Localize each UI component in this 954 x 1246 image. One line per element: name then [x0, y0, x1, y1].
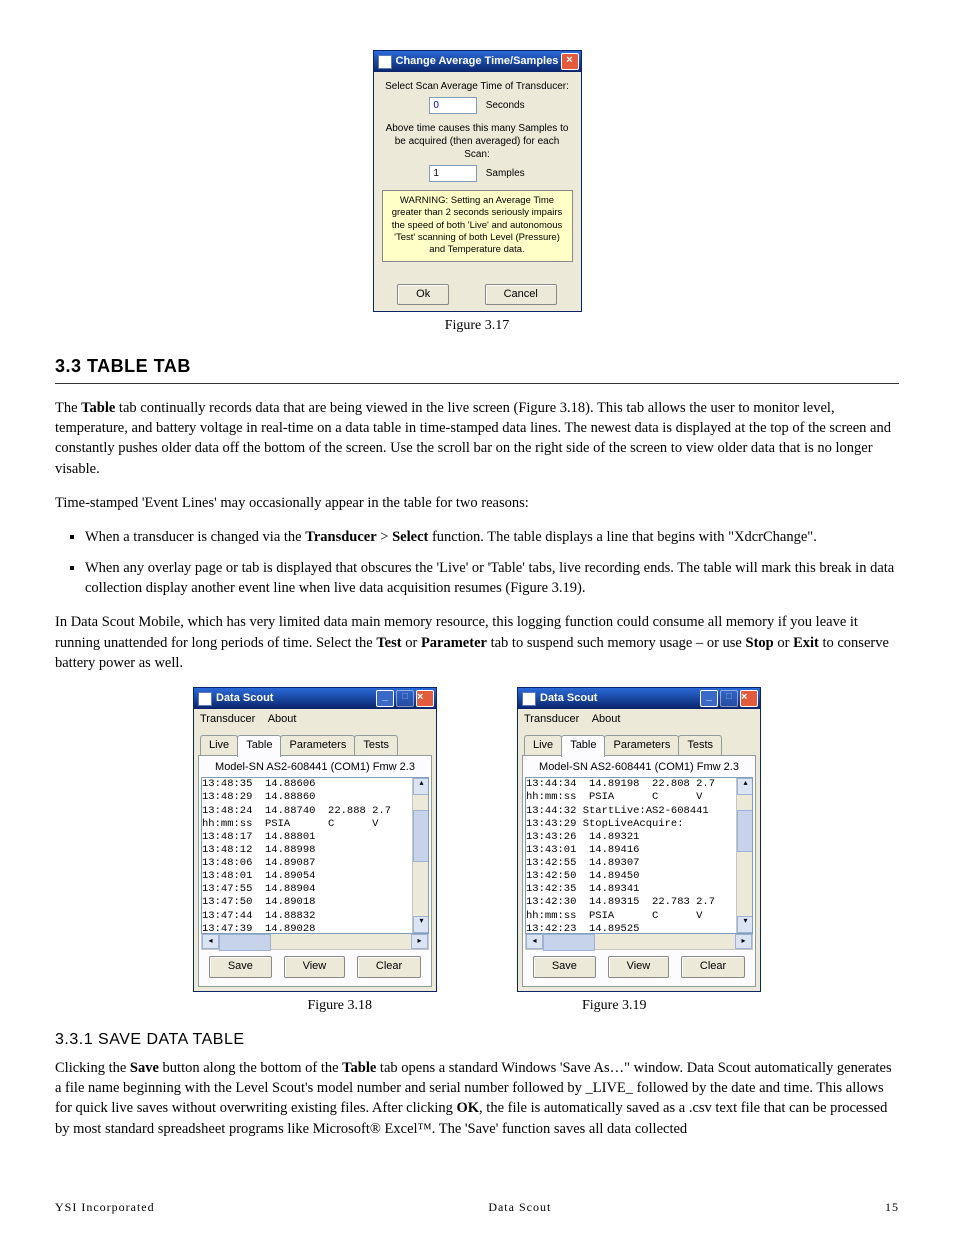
tab-tests[interactable]: Tests: [678, 735, 722, 755]
horizontal-scrollbar[interactable]: ◂▸: [201, 934, 429, 950]
scroll-thumb[interactable]: [413, 810, 429, 862]
tab-panel: Model-SN AS2-608441 (COM1) Fmw 2.3 13:48…: [198, 755, 432, 987]
data-list[interactable]: 13:44:34 14.89198 22.808 2.7 hh:mm:ss PS…: [525, 777, 753, 934]
tab-row: Live Table Parameters Tests: [518, 731, 760, 755]
dialog-title: Change Average Time/Samples: [396, 54, 561, 69]
save-button[interactable]: Save: [533, 956, 596, 977]
close-icon[interactable]: ×: [561, 53, 579, 70]
minimize-icon[interactable]: _: [376, 690, 394, 707]
model-header: Model-SN AS2-608441 (COM1) Fmw 2.3: [525, 758, 753, 777]
maximize-icon[interactable]: □: [396, 690, 414, 707]
dialog-change-average: Change Average Time/Samples × Select Sca…: [373, 50, 582, 312]
samples-input[interactable]: 1: [429, 165, 477, 182]
tab-tests[interactable]: Tests: [354, 735, 398, 755]
scroll-thumb[interactable]: [737, 810, 753, 852]
tab-panel: Model-SN AS2-608441 (COM1) Fmw 2.3 13:44…: [522, 755, 756, 987]
figure-caption-18: Figure 3.18: [307, 996, 372, 1016]
bullet-1: When a transducer is changed via the Tra…: [85, 527, 899, 547]
hscroll-thumb[interactable]: [543, 934, 595, 951]
app-icon: [378, 55, 392, 69]
scroll-down-icon[interactable]: ▾: [737, 916, 753, 933]
scroll-down-icon[interactable]: ▾: [413, 916, 429, 933]
warning-box: WARNING: Setting an Average Time greater…: [382, 190, 573, 262]
scroll-right-icon[interactable]: ▸: [411, 934, 428, 949]
page-footer: YSI Incorporated Data Scout 15: [55, 1199, 899, 1216]
scroll-up-icon[interactable]: ▴: [413, 778, 429, 795]
scroll-right-icon[interactable]: ▸: [735, 934, 752, 949]
minimize-icon[interactable]: _: [700, 690, 718, 707]
para-4: Clicking the Save button along the botto…: [55, 1058, 899, 1139]
view-button[interactable]: View: [608, 956, 670, 977]
vertical-scrollbar[interactable]: ▴▾: [736, 778, 752, 933]
menu-about[interactable]: About: [592, 713, 621, 725]
tab-table[interactable]: Table: [237, 735, 281, 757]
horizontal-scrollbar[interactable]: ◂▸: [525, 934, 753, 950]
tab-row: Live Table Parameters Tests: [194, 731, 436, 755]
para-2: Time-stamped 'Event Lines' may occasiona…: [55, 493, 899, 513]
menu-about[interactable]: About: [268, 713, 297, 725]
footer-left: YSI Incorporated: [55, 1199, 155, 1216]
menu-transducer[interactable]: Transducer: [524, 713, 579, 725]
window-titlebar: Data Scout _ □ ×: [194, 688, 436, 709]
scan-time-label: Select Scan Average Time of Transducer:: [382, 80, 573, 93]
maximize-icon[interactable]: □: [720, 690, 738, 707]
dialog-titlebar: Change Average Time/Samples ×: [374, 51, 581, 72]
scroll-left-icon[interactable]: ◂: [526, 934, 543, 949]
subsection-heading: 3.3.1 SAVE DATA TABLE: [55, 1029, 899, 1051]
window-titlebar: Data Scout _ □ ×: [518, 688, 760, 709]
menu-bar: Transducer About: [194, 709, 436, 730]
bullet-2: When any overlay page or tab is displaye…: [85, 558, 899, 599]
seconds-label: Seconds: [486, 100, 525, 111]
seconds-input[interactable]: 0: [429, 97, 477, 114]
tab-live[interactable]: Live: [524, 735, 562, 755]
menu-bar: Transducer About: [518, 709, 760, 730]
para-1: The Table tab continually records data t…: [55, 398, 899, 479]
dialog-body: Select Scan Average Time of Transducer: …: [374, 72, 581, 278]
section-heading: 3.3 TABLE TAB: [55, 354, 899, 379]
clear-button[interactable]: Clear: [357, 956, 421, 977]
section-rule: [55, 383, 899, 384]
para-3: In Data Scout Mobile, which has very lim…: [55, 612, 899, 673]
app-icon: [198, 692, 212, 706]
tab-table[interactable]: Table: [561, 735, 605, 757]
menu-transducer[interactable]: Transducer: [200, 713, 255, 725]
window-title: Data Scout: [540, 691, 698, 706]
footer-right: 15: [885, 1199, 899, 1216]
data-list[interactable]: 13:48:35 14.88606 13:48:29 14.88860 13:4…: [201, 777, 429, 934]
tab-parameters[interactable]: Parameters: [604, 735, 679, 755]
figure-caption: Figure 3.17: [55, 316, 899, 336]
hscroll-thumb[interactable]: [219, 934, 271, 951]
vertical-scrollbar[interactable]: ▴▾: [412, 778, 428, 933]
view-button[interactable]: View: [284, 956, 346, 977]
scroll-up-icon[interactable]: ▴: [737, 778, 753, 795]
close-icon[interactable]: ×: [416, 690, 434, 707]
data-scout-window-19: Data Scout _ □ × Transducer About Live T…: [517, 687, 761, 992]
figure-3-17: Change Average Time/Samples × Select Sca…: [55, 50, 899, 336]
samples-label: Samples: [486, 168, 525, 179]
tab-live[interactable]: Live: [200, 735, 238, 755]
app-icon: [522, 692, 536, 706]
model-header: Model-SN AS2-608441 (COM1) Fmw 2.3: [201, 758, 429, 777]
data-scout-window-18: Data Scout _ □ × Transducer About Live T…: [193, 687, 437, 992]
samples-explain: Above time causes this many Samples to b…: [382, 122, 573, 161]
figure-caption-19: Figure 3.19: [582, 996, 647, 1016]
footer-center: Data Scout: [488, 1199, 551, 1216]
window-title: Data Scout: [216, 691, 374, 706]
bullet-list: When a transducer is changed via the Tra…: [85, 527, 899, 598]
cancel-button[interactable]: Cancel: [485, 284, 557, 305]
save-button[interactable]: Save: [209, 956, 272, 977]
scroll-left-icon[interactable]: ◂: [202, 934, 219, 949]
tab-parameters[interactable]: Parameters: [280, 735, 355, 755]
ok-button[interactable]: Ok: [397, 284, 449, 305]
clear-button[interactable]: Clear: [681, 956, 745, 977]
close-icon[interactable]: ×: [740, 690, 758, 707]
